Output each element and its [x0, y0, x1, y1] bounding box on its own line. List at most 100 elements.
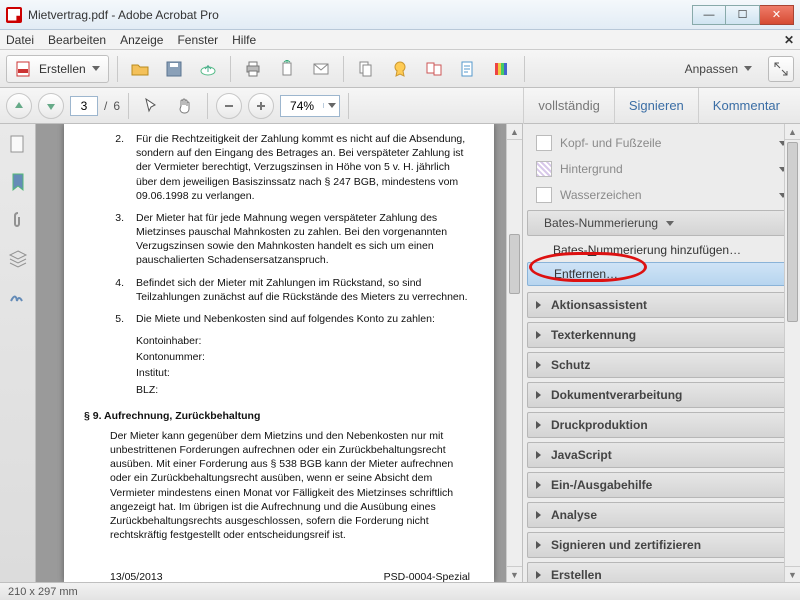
chevron-down-icon	[92, 66, 100, 71]
page-size: 210 x 297 mm	[8, 586, 78, 598]
rainbow-icon	[493, 60, 511, 78]
menu-bearbeiten[interactable]: Bearbeiten	[48, 33, 106, 47]
tool-texterkennung[interactable]: Texterkennung	[527, 322, 796, 348]
doc-vscrollbar[interactable]: ▲ ▼	[506, 124, 522, 582]
tool-analyse[interactable]: Analyse	[527, 502, 796, 528]
scroll-down-icon[interactable]: ▼	[507, 566, 522, 582]
hand-tool[interactable]	[171, 93, 199, 119]
app-icon	[6, 7, 22, 23]
pages-icon	[357, 60, 375, 78]
close-button[interactable]: ✕	[760, 5, 794, 25]
zoom-input[interactable]	[281, 99, 323, 113]
edit-button[interactable]	[454, 56, 482, 82]
email-button[interactable]	[307, 56, 335, 82]
field-kontonummer: Kontonummer:	[136, 350, 470, 364]
create-pdf-icon	[15, 60, 33, 78]
document-viewport[interactable]: 2.Für die Rechtzeitigkeit der Zahlung ko…	[36, 124, 522, 582]
tool-druckproduktion[interactable]: Druckproduktion	[527, 412, 796, 438]
tool-signieren[interactable]: Signieren und zertifizieren	[527, 532, 796, 558]
mdi-close-icon[interactable]: ✕	[784, 33, 794, 47]
page-date: 13/05/2013	[110, 570, 163, 582]
save-button[interactable]	[160, 56, 188, 82]
customize-menu[interactable]: Anpassen	[685, 62, 752, 76]
cloud-button[interactable]	[194, 56, 222, 82]
minimize-button[interactable]: —	[692, 5, 726, 25]
pdf-page: 2.Für die Rechtzeitigkeit der Zahlung ko…	[64, 124, 494, 582]
menu-hilfe[interactable]: Hilfe	[232, 33, 256, 47]
printer-icon	[244, 60, 262, 78]
share-icon	[278, 60, 296, 78]
create-button[interactable]: Erstellen	[6, 55, 109, 83]
tab-vollstaendig[interactable]: vollständig	[523, 88, 613, 124]
badge-icon	[391, 60, 409, 78]
background-icon	[536, 161, 552, 177]
page-up-button[interactable]	[6, 93, 32, 119]
menu-fenster[interactable]: Fenster	[177, 33, 218, 47]
tool-aktionsassistent[interactable]: Aktionsassistent	[527, 292, 796, 318]
envelope-icon	[312, 60, 330, 78]
page-down-button[interactable]	[38, 93, 64, 119]
scroll-up-icon[interactable]: ▲	[507, 124, 522, 140]
window-titlebar: Mietvertrag.pdf - Adobe Acrobat Pro — ☐ …	[0, 0, 800, 30]
maximize-button[interactable]: ☐	[726, 5, 760, 25]
plus-icon	[255, 100, 267, 112]
tool-eingabehilfe[interactable]: Ein-/Ausgabehilfe	[527, 472, 796, 498]
pages-button[interactable]	[352, 56, 380, 82]
select-tool[interactable]	[137, 93, 165, 119]
scroll-up-icon[interactable]: ▲	[785, 124, 800, 140]
zoom-out-button[interactable]	[216, 93, 242, 119]
tool-javascript[interactable]: JavaScript	[527, 442, 796, 468]
para-4: Befindet sich der Mieter mit Zahlungen i…	[136, 276, 470, 304]
zoom-in-button[interactable]	[248, 93, 274, 119]
scroll-thumb[interactable]	[787, 142, 798, 322]
chevron-down-icon	[666, 221, 674, 226]
tab-signieren[interactable]: Signieren	[614, 88, 698, 124]
menu-datei[interactable]: Datei	[6, 33, 34, 47]
signatures-icon[interactable]	[8, 286, 28, 306]
attachment-icon[interactable]	[8, 210, 28, 230]
tool-schutz[interactable]: Schutz	[527, 352, 796, 378]
zoom-combo[interactable]	[280, 95, 340, 117]
layers-icon[interactable]	[8, 248, 28, 268]
bates-add[interactable]: Bates-Nummerierung hinzufügen…	[527, 238, 796, 262]
watermark-icon	[536, 187, 552, 203]
customize-label: Anpassen	[685, 62, 738, 76]
chevron-down-icon	[744, 66, 752, 71]
bates-stamp: PSD-0004-Spezial	[384, 570, 470, 582]
open-button[interactable]	[126, 56, 154, 82]
tab-kommentar[interactable]: Kommentar	[698, 88, 794, 124]
bates-remove[interactable]: Entfernen…	[527, 262, 796, 286]
bookmark-icon[interactable]	[8, 172, 28, 192]
status-bar: 210 x 297 mm	[0, 582, 800, 600]
page-total: 6	[113, 99, 120, 113]
share-button[interactable]	[273, 56, 301, 82]
combine-button[interactable]	[420, 56, 448, 82]
floppy-icon	[165, 60, 183, 78]
page-number-input[interactable]	[70, 96, 98, 116]
tool-bates-header[interactable]: Bates-Nummerierung	[527, 210, 796, 236]
scroll-down-icon[interactable]: ▼	[785, 566, 800, 582]
tool-watermark[interactable]: Wasserzeichen	[527, 182, 796, 208]
section-9-body: Der Mieter kann gegenüber dem Mietzins u…	[110, 429, 470, 542]
para-2: Für die Rechtzeitigkeit der Zahlung komm…	[136, 132, 470, 203]
menu-bar: Datei Bearbeiten Anzeige Fenster Hilfe ✕	[0, 30, 800, 50]
menu-anzeige[interactable]: Anzeige	[120, 33, 163, 47]
window-title: Mietvertrag.pdf - Adobe Acrobat Pro	[28, 8, 692, 22]
review-button[interactable]	[386, 56, 414, 82]
fullscreen-button[interactable]	[768, 56, 794, 82]
tool-erstellen[interactable]: Erstellen	[527, 562, 796, 582]
edit-text-icon	[459, 60, 477, 78]
tool-dokumentverarbeitung[interactable]: Dokumentverarbeitung	[527, 382, 796, 408]
thumbnails-icon[interactable]	[8, 134, 28, 154]
tool-header-footer[interactable]: Kopf- und Fußzeile	[527, 130, 796, 156]
create-label: Erstellen	[39, 62, 86, 76]
minus-icon	[223, 100, 235, 112]
panel-vscrollbar[interactable]: ▲ ▼	[784, 124, 800, 582]
color-button[interactable]	[488, 56, 516, 82]
page-sep: /	[104, 99, 107, 113]
field-blz: BLZ:	[136, 383, 470, 397]
tool-background[interactable]: Hintergrund	[527, 156, 796, 182]
scroll-thumb[interactable]	[509, 234, 520, 294]
section-9-heading: § 9. Aufrechnung, Zurückbehaltung	[84, 409, 470, 423]
print-button[interactable]	[239, 56, 267, 82]
